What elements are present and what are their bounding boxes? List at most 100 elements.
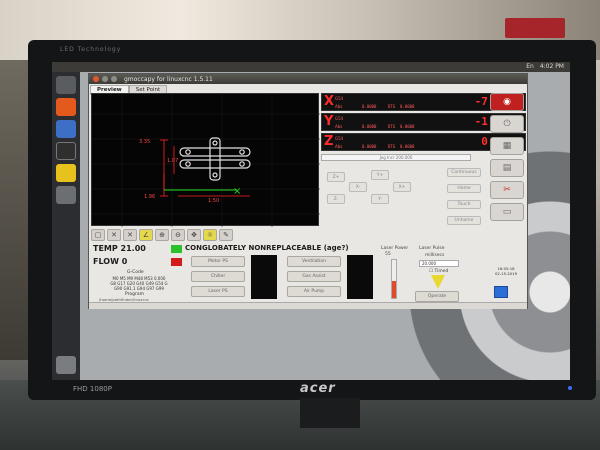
- operate-button[interactable]: Operate: [415, 291, 459, 302]
- minimize-icon[interactable]: [102, 76, 108, 82]
- maximize-icon[interactable]: [111, 76, 117, 82]
- flow-label: FLOW: [93, 257, 119, 266]
- axis-z-dtg-label: DTG: [388, 144, 396, 149]
- terminal-icon[interactable]: [56, 142, 76, 160]
- preview-toolbar: ▢ ✕ ✕ ∠ ⊕ ⊖ ✥ ☼ ✎: [91, 229, 319, 241]
- jog-area: Jog Incr 200.000 Y+ X- X+ Y- Z+ Z- Conti…: [321, 154, 486, 230]
- home-button[interactable]: Home: [447, 184, 481, 193]
- ubuntu-home-icon[interactable]: [56, 76, 76, 94]
- linuxcnc-icon[interactable]: [56, 164, 76, 182]
- temp-value: 21.00: [120, 244, 146, 253]
- zoom-in-icon[interactable]: ⊕: [155, 229, 169, 241]
- view-y-button[interactable]: ✕: [123, 229, 137, 241]
- axis-y-letter: Y: [324, 114, 334, 129]
- toolpath-preview[interactable]: × 3.35 1.07 1.96 1.50: [91, 93, 320, 227]
- jog-speed-value: 200.000: [395, 155, 413, 160]
- system-top-bar: En 4:02 PM: [52, 62, 570, 72]
- laser-power-title: Laser Power: [381, 246, 409, 251]
- jog-z-plus-button[interactable]: Z+: [327, 172, 345, 182]
- mdi-icon: ▤: [502, 163, 512, 173]
- temp-status-led: [171, 245, 182, 253]
- jog-x-minus-button[interactable]: X-: [349, 182, 367, 192]
- window-titlebar[interactable]: gmoccapy for linuxcnc 1.5.11: [89, 74, 527, 84]
- files-icon[interactable]: [56, 98, 76, 116]
- timed-checkbox-label[interactable]: ☐ Timed: [429, 269, 448, 274]
- ventilation-button[interactable]: Ventilation: [287, 256, 341, 267]
- right-sidebar: ◉ ⏻ ▦ ▤ ✂ ▭: [487, 93, 527, 225]
- view-p-button[interactable]: ▢: [91, 229, 105, 241]
- clock-time[interactable]: 4:02 PM: [540, 63, 564, 70]
- auto-mode-button[interactable]: ▭: [490, 203, 524, 221]
- continuous-button[interactable]: Continuous: [447, 168, 481, 177]
- bezel-brand: LED Technology: [60, 46, 122, 53]
- axis-x-abs-label: Abs: [335, 104, 343, 109]
- dim-label-side: 1.07: [167, 158, 178, 164]
- axis-x-dtg-label: DTG: [388, 104, 396, 109]
- axis-y-abs: 0.0000: [362, 124, 377, 129]
- flow-readout: FLOW 0: [93, 257, 127, 266]
- timed-label: Timed: [434, 269, 449, 274]
- preview-canvas: × 3.35 1.07 1.96 1.50: [92, 94, 320, 227]
- settings-icon[interactable]: [56, 120, 76, 138]
- laser-pulse-unit: millisecs: [425, 253, 445, 258]
- workspace-icon[interactable]: [56, 186, 76, 204]
- auto-icon: ▭: [502, 207, 512, 217]
- part-outline: [179, 137, 251, 181]
- tools-button[interactable]: ✂: [490, 181, 524, 199]
- gas-assist-button[interactable]: Gas Assist: [287, 271, 341, 282]
- axis-z-abs: 0.0000: [362, 144, 377, 149]
- estop-icon: ◉: [503, 97, 511, 107]
- banner-title: CONGLOBATELY NONREPLACEABLE (age?): [185, 244, 349, 252]
- system-tray: En 4:02 PM: [526, 63, 564, 70]
- background-red-object: [505, 18, 565, 38]
- power-icon: ⏻: [503, 119, 511, 129]
- touch-button[interactable]: Touch: [447, 200, 481, 209]
- jog-z-minus-button[interactable]: Z-: [327, 194, 345, 204]
- axis-y-coord-label: G54: [335, 116, 344, 121]
- tools-icon: ✂: [503, 185, 511, 195]
- power-button[interactable]: ⏻: [490, 115, 524, 133]
- jog-y-plus-button[interactable]: Y+: [371, 170, 389, 180]
- axis-x-abs: 0.0000: [362, 104, 377, 109]
- motor-ps-button[interactable]: Motor PS: [191, 256, 245, 267]
- temp-readout: TEMP 21.00: [93, 244, 146, 253]
- jog-x-plus-button[interactable]: X+: [393, 182, 411, 192]
- axis-z-abs-label: Abs: [335, 144, 343, 149]
- pan-icon[interactable]: ✥: [187, 229, 201, 241]
- axis-y-abs-label: Abs: [335, 124, 343, 129]
- axis-x-coord-label: G54: [335, 96, 344, 101]
- highlight-icon[interactable]: ☼: [203, 229, 217, 241]
- unhome-button[interactable]: Unhome: [447, 216, 481, 225]
- laser-power-slider[interactable]: [391, 259, 397, 299]
- zoom-out-icon[interactable]: ⊖: [171, 229, 185, 241]
- gcode-title: G-Code: [127, 270, 144, 275]
- jog-y-minus-button[interactable]: Y-: [371, 194, 389, 204]
- dim-label-bottom: 1.50: [208, 198, 219, 204]
- chiller-button[interactable]: Chiller: [191, 271, 245, 282]
- axis-x-letter: X: [324, 94, 335, 109]
- dim-label-y: 3.35: [139, 139, 150, 145]
- estop-button[interactable]: ◉: [490, 93, 524, 111]
- flow-status-led: [171, 258, 182, 266]
- laser-ps-button[interactable]: Laser PS: [191, 286, 245, 297]
- jog-increment-label: Jog Incr: [379, 155, 395, 160]
- grid-icon: ▦: [502, 141, 512, 151]
- view-z-button[interactable]: ∠: [139, 229, 153, 241]
- air-pump-button[interactable]: Air Pump: [287, 286, 341, 297]
- power-led: [568, 386, 572, 390]
- jog-increment-input[interactable]: Jog Incr 200.000: [321, 154, 471, 161]
- close-icon[interactable]: [93, 76, 99, 82]
- laser-pulse-input[interactable]: 20.000: [419, 260, 459, 267]
- clock-date-display: 02-15-2019: [494, 271, 518, 276]
- clear-plot-icon[interactable]: ✎: [219, 229, 233, 241]
- launcher: [52, 72, 80, 380]
- view-x-button[interactable]: ✕: [107, 229, 121, 241]
- laser-warning-icon: [431, 275, 445, 289]
- mdi-mode-button[interactable]: ▤: [490, 159, 524, 177]
- network-icon[interactable]: [494, 286, 508, 298]
- keyboard-layout[interactable]: En: [526, 63, 534, 70]
- trash-icon[interactable]: [56, 356, 76, 374]
- manual-mode-button[interactable]: ▦: [490, 137, 524, 155]
- laser-pulse-title: Laser Pulse: [419, 246, 445, 251]
- axis-y-dtg: 0.0000: [400, 124, 415, 129]
